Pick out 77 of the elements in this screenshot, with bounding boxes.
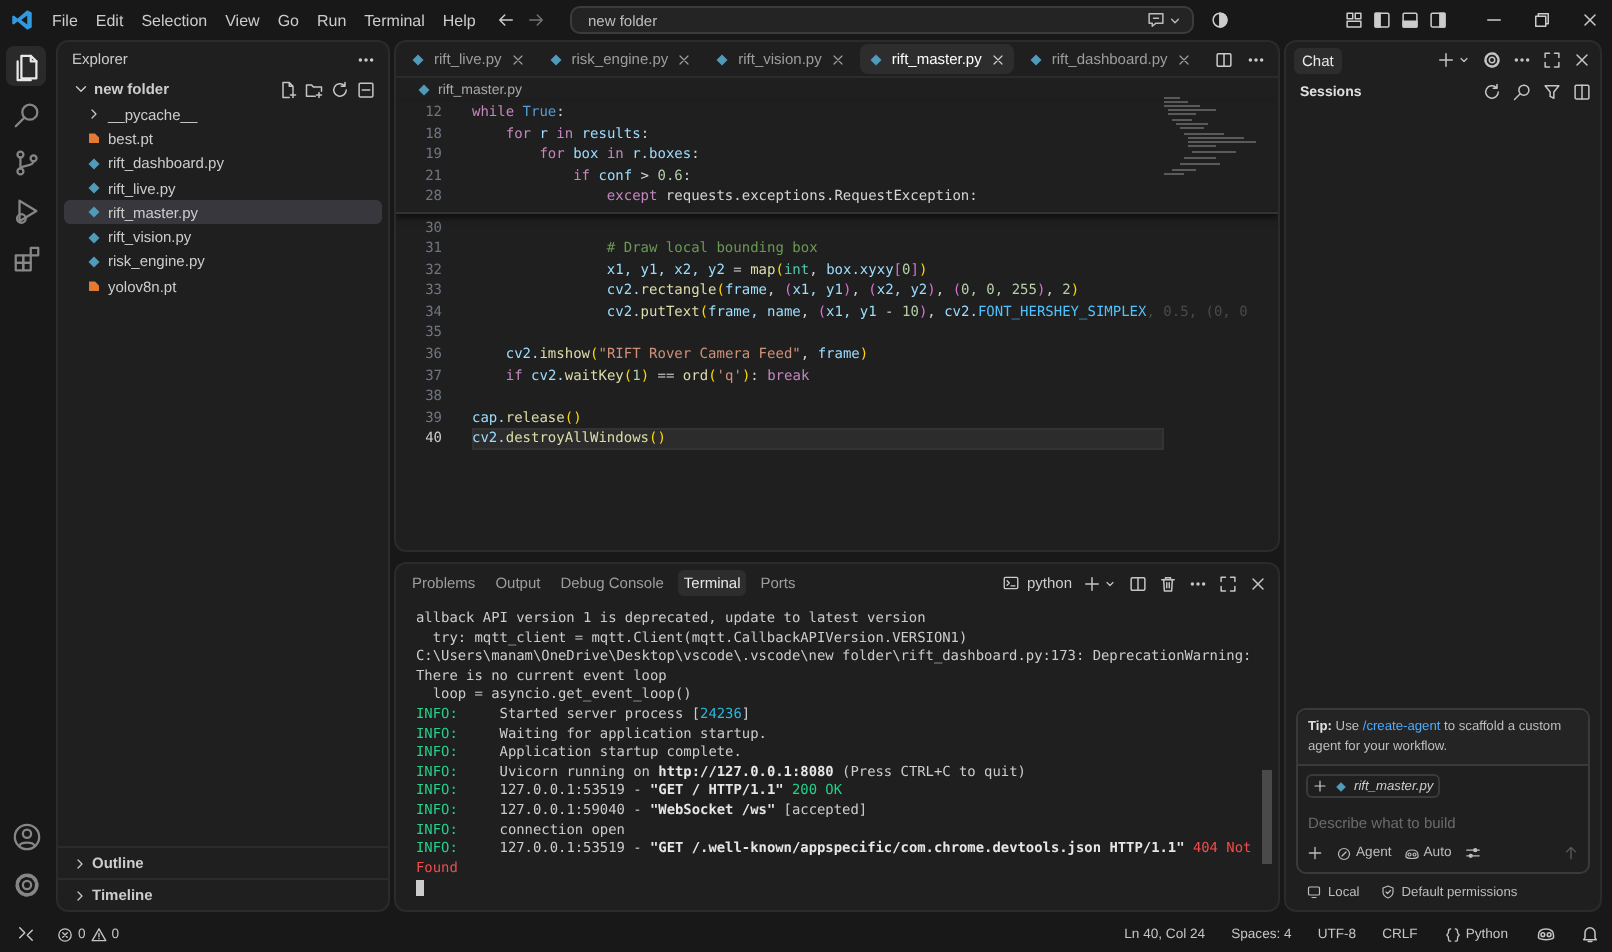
monitor-icon	[1306, 884, 1322, 900]
menu-item[interactable]: Terminal	[364, 11, 425, 29]
close-icon[interactable]	[509, 51, 526, 67]
trash-icon[interactable]	[1158, 573, 1178, 593]
add-icon[interactable]	[1306, 844, 1324, 862]
menu-item[interactable]: Edit	[95, 11, 124, 29]
search-icon[interactable]	[11, 99, 41, 129]
menu-item[interactable]: Go	[277, 11, 299, 29]
sidebar-toggle-icon[interactable]	[1372, 10, 1392, 30]
error-icon	[56, 925, 74, 943]
menu-item[interactable]: File	[52, 11, 78, 29]
chat-icon[interactable]	[1146, 10, 1166, 30]
goggles-icon[interactable]	[1536, 924, 1556, 944]
caret-icon[interactable]	[1456, 52, 1472, 68]
file-icon	[86, 130, 102, 147]
split-editor-icon[interactable]	[1214, 49, 1234, 69]
goggles-icon	[1403, 845, 1420, 861]
warning-icon	[89, 925, 108, 943]
close-icon[interactable]	[989, 51, 1006, 67]
account-icon[interactable]	[11, 821, 41, 851]
secondary-sidebar-icon[interactable]	[1428, 10, 1448, 30]
terminal-icon	[1002, 574, 1021, 592]
shield-icon	[1379, 884, 1396, 900]
add-icon[interactable]	[1082, 573, 1102, 593]
back-arrow-icon[interactable]	[496, 10, 516, 30]
globe-icon[interactable]	[1210, 10, 1230, 30]
forward-arrow-icon[interactable]	[526, 10, 546, 30]
close-icon[interactable]	[1572, 50, 1592, 70]
menu-item[interactable]: Selection	[141, 11, 208, 29]
panel-toggle-icon[interactable]	[1400, 10, 1420, 30]
options-icon[interactable]	[1463, 844, 1482, 862]
agent-icon	[1336, 845, 1352, 861]
scrollbar-thumb[interactable]	[1262, 770, 1272, 864]
search-icon[interactable]	[1512, 82, 1532, 102]
terminal-cursor	[416, 880, 424, 897]
braces-icon	[1443, 925, 1462, 943]
files-icon[interactable]	[11, 51, 41, 81]
bell-icon[interactable]	[1580, 924, 1600, 944]
layout-icon[interactable]	[1344, 10, 1364, 30]
python-file-icon	[1334, 779, 1348, 793]
maximize-icon[interactable]	[1218, 573, 1238, 593]
new-folder-icon[interactable]	[304, 79, 324, 99]
maximize-icon[interactable]	[1542, 50, 1562, 70]
refresh-icon[interactable]	[1482, 82, 1502, 102]
close-icon[interactable]	[1248, 573, 1268, 593]
chevron-icon[interactable]	[72, 855, 88, 871]
restore-icon[interactable]	[1532, 10, 1552, 30]
python-file-icon	[547, 51, 564, 67]
close-icon[interactable]	[676, 51, 693, 67]
menu-item[interactable]: Help	[442, 11, 476, 29]
split-icon[interactable]	[1128, 573, 1148, 593]
close-icon[interactable]	[1580, 10, 1600, 30]
close-icon[interactable]	[829, 51, 846, 67]
python-file-icon	[867, 51, 884, 67]
chevron-icon[interactable]	[72, 887, 88, 903]
file-icon	[86, 278, 102, 295]
filter-icon[interactable]	[1542, 82, 1562, 102]
collapse-icon[interactable]	[356, 79, 376, 99]
branch-icon[interactable]	[11, 147, 41, 177]
settings-icon[interactable]	[11, 869, 41, 899]
play-bug-icon[interactable]	[11, 195, 41, 225]
menu-item[interactable]: View	[225, 11, 260, 29]
chevron-icon[interactable]	[72, 80, 90, 98]
python-file-icon	[714, 51, 731, 67]
chevron-icon[interactable]	[86, 106, 102, 123]
add-icon[interactable]	[1436, 50, 1456, 70]
settings-icon[interactable]	[1482, 50, 1502, 70]
new-file-icon[interactable]	[278, 79, 298, 99]
app-logo-icon	[10, 8, 34, 32]
remote-icon[interactable]	[16, 924, 36, 944]
panel-icon[interactable]	[1572, 82, 1592, 102]
menu-item[interactable]: Run	[316, 11, 347, 29]
refresh-icon[interactable]	[330, 79, 350, 99]
python-file-icon	[1027, 51, 1044, 67]
blocks-icon[interactable]	[11, 243, 41, 273]
close-icon[interactable]	[1175, 51, 1192, 67]
add-icon[interactable]	[1312, 778, 1328, 794]
